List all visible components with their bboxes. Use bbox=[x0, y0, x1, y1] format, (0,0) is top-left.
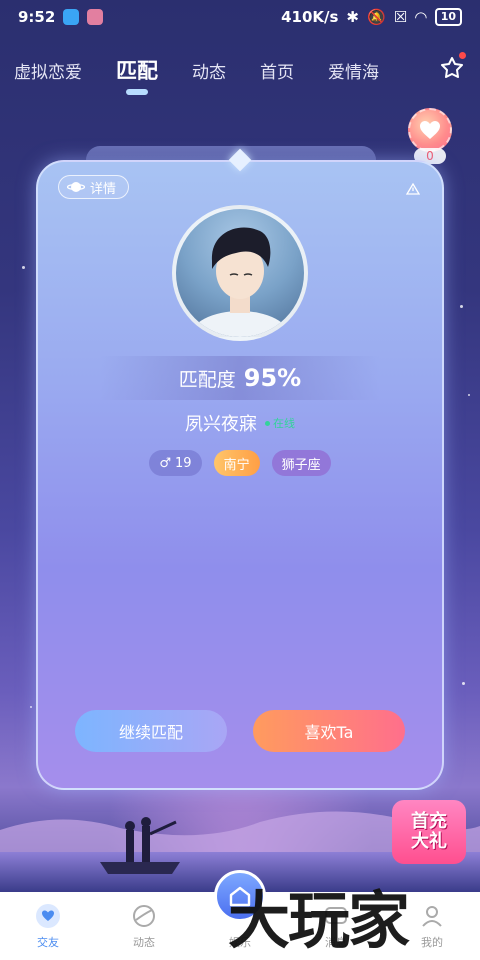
clock: 9:52 bbox=[18, 8, 56, 26]
wifi-icon: ◠ bbox=[415, 8, 427, 26]
user-name-row: 夙兴夜寐 在线 bbox=[0, 408, 480, 438]
tab-moments[interactable]: 动态 bbox=[192, 58, 226, 83]
star-decoration bbox=[22, 266, 25, 269]
nav-make-friends[interactable]: 交友 bbox=[13, 902, 83, 950]
warning-icon[interactable] bbox=[405, 180, 421, 195]
nav-moments[interactable]: 动态 bbox=[109, 902, 179, 950]
profile-shortcut-icon[interactable] bbox=[440, 52, 466, 78]
online-dot bbox=[265, 420, 270, 426]
male-icon: ♂ bbox=[159, 455, 172, 471]
online-label: 在线 bbox=[273, 417, 295, 430]
top-tab-bar: 虚拟恋爱 匹配 动态 首页 爱情海 bbox=[14, 50, 466, 90]
heart-bubble-icon bbox=[36, 904, 60, 928]
star-decoration bbox=[462, 682, 465, 685]
battery-indicator: 10 bbox=[434, 8, 462, 26]
heart-icon bbox=[408, 108, 452, 152]
like-button[interactable]: 喜欢Ta bbox=[253, 710, 405, 752]
user-name: 夙兴夜寐 bbox=[185, 414, 257, 435]
planet-icon bbox=[133, 905, 155, 927]
match-label: 匹配度 bbox=[178, 368, 236, 391]
status-bar: 9:52 410K/s ✱ 🔕 ☒ ◠ 10 bbox=[0, 0, 480, 34]
user-tags: ♂ 19 南宁 狮子座 bbox=[0, 450, 480, 476]
tab-love-sea[interactable]: 爱情海 bbox=[328, 58, 379, 83]
avatar[interactable] bbox=[172, 205, 308, 341]
match-score-bar: 匹配度 95% bbox=[100, 356, 380, 400]
notification-dot bbox=[459, 52, 466, 59]
star-decoration bbox=[460, 305, 463, 308]
promo-line-1: 首充 bbox=[411, 811, 447, 832]
promo-line-2: 大礼 bbox=[411, 831, 447, 852]
like-counter[interactable]: 0 bbox=[408, 108, 452, 164]
age-value: 19 bbox=[175, 455, 192, 471]
tab-match[interactable]: 匹配 bbox=[116, 55, 158, 85]
continue-match-button[interactable]: 继续匹配 bbox=[75, 710, 227, 752]
details-label: 详情 bbox=[90, 181, 117, 197]
watermark-logo: 大玩家 bbox=[228, 884, 410, 957]
mute-icon: 🔕 bbox=[367, 8, 386, 26]
tab-home[interactable]: 首页 bbox=[260, 58, 294, 83]
app-notification-icon bbox=[87, 9, 104, 25]
planet-icon bbox=[67, 182, 85, 192]
details-button[interactable]: 详情 bbox=[58, 175, 130, 199]
online-status: 在线 bbox=[265, 415, 295, 431]
star-decoration bbox=[30, 706, 32, 708]
first-recharge-gift-banner[interactable]: 首充 大礼 bbox=[392, 800, 466, 864]
nav-label: 交友 bbox=[37, 936, 59, 949]
sim-icon: ☒ bbox=[393, 8, 408, 26]
nav-label: 动态 bbox=[133, 936, 155, 949]
zodiac-tag: 狮子座 bbox=[271, 450, 331, 476]
nav-label: 我的 bbox=[421, 936, 443, 949]
network-speed: 410K/s bbox=[281, 8, 339, 26]
star-decoration bbox=[468, 394, 470, 396]
user-icon bbox=[422, 906, 442, 927]
gender-age-tag: ♂ 19 bbox=[149, 450, 202, 476]
tab-virtual-love[interactable]: 虚拟恋爱 bbox=[14, 58, 82, 83]
match-value: 95% bbox=[243, 364, 302, 392]
bluetooth-icon: ✱ bbox=[346, 8, 359, 26]
app-notification-icon bbox=[63, 9, 80, 25]
city-tag: 南宁 bbox=[213, 450, 260, 476]
